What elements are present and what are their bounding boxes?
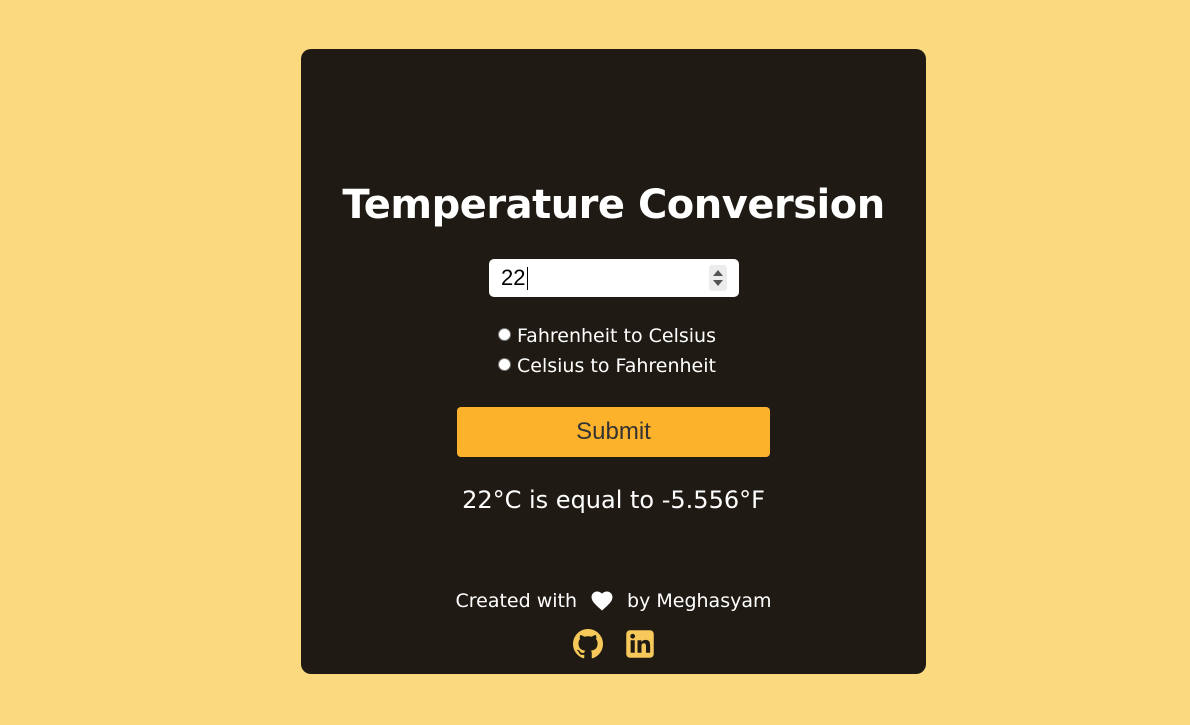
option-c-to-f-label: Celsius to Fahrenheit — [517, 355, 716, 377]
page-title: Temperature Conversion — [342, 182, 885, 228]
github-icon[interactable] — [572, 629, 603, 661]
radio-c-to-f[interactable] — [498, 357, 511, 371]
option-f-to-c-label: Fahrenheit to Celsius — [517, 325, 716, 347]
footer-credit: Created with by Meghasyam — [301, 587, 926, 615]
submit-button[interactable]: Submit — [457, 407, 770, 457]
linkedin-icon[interactable] — [625, 629, 655, 661]
option-f-to-c[interactable]: Fahrenheit to Celsius — [498, 323, 716, 349]
temperature-input-value: 22 — [501, 265, 526, 290]
number-spinner[interactable] — [709, 265, 727, 291]
converter-card: Temperature Conversion 22 Fahrenheit to … — [301, 49, 926, 674]
heart-icon — [591, 591, 613, 611]
option-c-to-f[interactable]: Celsius to Fahrenheit — [498, 353, 716, 379]
text-caret — [527, 267, 528, 290]
author-text: by Meghasyam — [627, 590, 772, 612]
social-links — [301, 629, 926, 661]
radio-f-to-c[interactable] — [498, 327, 511, 341]
spin-down-icon[interactable] — [713, 280, 723, 286]
created-with-text: Created with — [455, 590, 578, 612]
spin-up-icon[interactable] — [713, 270, 723, 276]
result-text: 22°C is equal to -5.556°F — [462, 486, 765, 514]
temperature-input[interactable]: 22 — [489, 259, 739, 297]
